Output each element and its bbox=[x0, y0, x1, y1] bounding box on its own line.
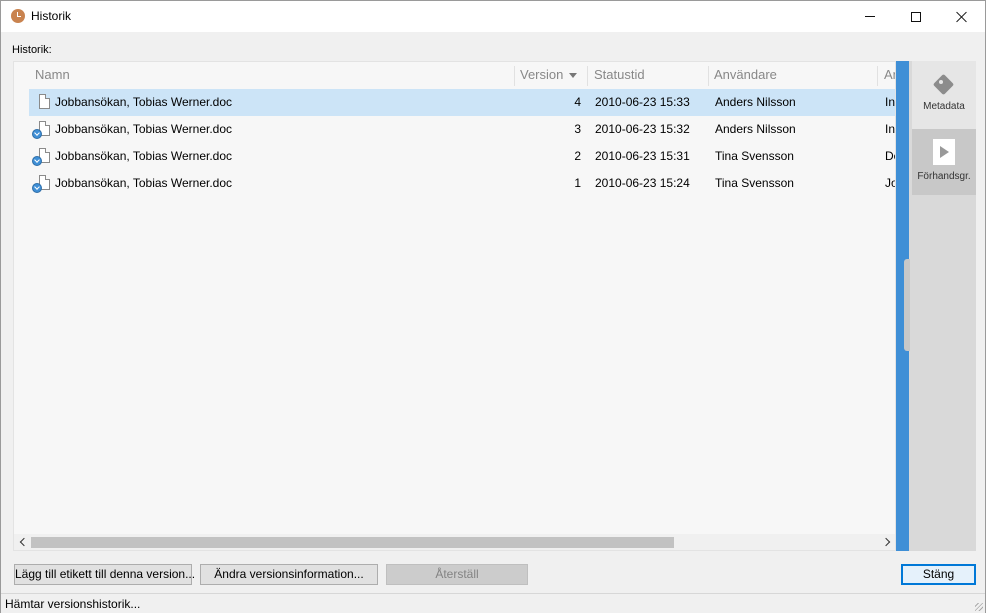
minimize-icon bbox=[865, 16, 875, 17]
column-header-version-label: Version bbox=[520, 67, 564, 82]
column-separator[interactable] bbox=[877, 66, 878, 86]
side-panel-resize-handle[interactable] bbox=[904, 259, 910, 351]
column-separator[interactable] bbox=[587, 66, 588, 86]
cell-statustid: 2010-06-23 15:31 bbox=[595, 149, 690, 163]
close-window-button[interactable] bbox=[939, 1, 985, 32]
scroll-right-button[interactable] bbox=[879, 534, 895, 550]
cell-user: Anders Nilsson bbox=[715, 95, 796, 109]
edit-version-info-button[interactable]: Ändra versionsinformation... bbox=[200, 564, 378, 585]
column-header-name[interactable]: Namn bbox=[35, 62, 510, 88]
cell-version: 2 bbox=[574, 149, 581, 163]
cell-name: Jobbansökan, Tobias Werner.doc bbox=[55, 176, 233, 190]
cell-user: Anders Nilsson bbox=[715, 122, 796, 136]
restore-button[interactable]: Återställ bbox=[386, 564, 528, 585]
chevron-left-icon bbox=[19, 537, 28, 547]
column-header-user[interactable]: Användare bbox=[714, 62, 874, 88]
tag-icon bbox=[932, 73, 955, 96]
sort-descending-icon bbox=[569, 73, 578, 78]
version-badge-icon bbox=[32, 156, 42, 166]
scrollbar-thumb[interactable] bbox=[31, 537, 674, 548]
side-panel: Metadata Förhandsgr. bbox=[909, 61, 976, 551]
table-row[interactable]: Jobbansökan, Tobias Werner.doc 2 2010-06… bbox=[29, 143, 895, 170]
maximize-button[interactable] bbox=[893, 1, 939, 32]
tab-metadata-label: Metadata bbox=[923, 101, 965, 112]
play-icon bbox=[933, 139, 955, 165]
cell-extra: De bbox=[885, 149, 895, 163]
version-badge-icon bbox=[32, 183, 42, 193]
tab-metadata[interactable]: Metadata bbox=[912, 61, 976, 129]
table-row[interactable]: Jobbansökan, Tobias Werner.doc 3 2010-06… bbox=[29, 116, 895, 143]
cell-statustid: 2010-06-23 15:33 bbox=[595, 95, 690, 109]
version-badge-icon bbox=[32, 129, 42, 139]
status-text: Hämtar versionshistorik... bbox=[5, 597, 141, 611]
column-separator[interactable] bbox=[514, 66, 515, 86]
cell-extra: Jo bbox=[885, 176, 895, 190]
cell-user: Tina Svensson bbox=[715, 176, 794, 190]
list-header: Namn Version Statustid Användare An bbox=[14, 62, 895, 88]
close-icon bbox=[956, 11, 968, 23]
column-header-statustid[interactable]: Statustid bbox=[594, 62, 704, 88]
history-window: Historik Historik: Namn Version Statusti… bbox=[0, 0, 986, 613]
column-header-version[interactable]: Version bbox=[520, 62, 590, 88]
version-list[interactable]: Namn Version Statustid Användare An Jobb… bbox=[13, 61, 896, 551]
window-title: Historik bbox=[31, 9, 72, 23]
cell-statustid: 2010-06-23 15:32 bbox=[595, 122, 690, 136]
clock-icon bbox=[11, 9, 25, 23]
minimize-button[interactable] bbox=[847, 1, 893, 32]
column-separator[interactable] bbox=[708, 66, 709, 86]
horizontal-scrollbar[interactable] bbox=[14, 534, 895, 550]
cell-name: Jobbansökan, Tobias Werner.doc bbox=[55, 149, 233, 163]
tab-preview-label: Förhandsgr. bbox=[917, 171, 971, 182]
chevron-right-icon bbox=[881, 537, 890, 547]
resize-grip-icon[interactable] bbox=[975, 603, 983, 611]
add-label-button[interactable]: Lägg till etikett till denna version... bbox=[14, 564, 195, 585]
table-row[interactable]: Jobbansökan, Tobias Werner.doc 1 2010-06… bbox=[29, 170, 895, 197]
cell-version: 1 bbox=[574, 176, 581, 190]
cell-name: Jobbansökan, Tobias Werner.doc bbox=[55, 122, 233, 136]
cell-version: 4 bbox=[574, 95, 581, 109]
status-bar: Hämtar versionshistorik... bbox=[1, 593, 985, 613]
maximize-icon bbox=[911, 11, 921, 22]
cell-extra: Int bbox=[885, 95, 895, 109]
cell-extra: Int bbox=[885, 122, 895, 136]
cell-version: 3 bbox=[574, 122, 581, 136]
title-bar: Historik bbox=[1, 1, 985, 32]
table-row[interactable]: Jobbansökan, Tobias Werner.doc 4 2010-06… bbox=[29, 89, 895, 116]
close-button[interactable]: Stäng bbox=[901, 564, 976, 585]
cell-statustid: 2010-06-23 15:24 bbox=[595, 176, 690, 190]
cell-name: Jobbansökan, Tobias Werner.doc bbox=[55, 95, 233, 109]
column-header-extra[interactable]: An bbox=[884, 62, 895, 88]
history-label: Historik: bbox=[12, 44, 52, 56]
cell-user: Tina Svensson bbox=[715, 149, 794, 163]
tab-preview[interactable]: Förhandsgr. bbox=[912, 129, 976, 195]
scroll-left-button[interactable] bbox=[14, 534, 30, 550]
document-icon bbox=[39, 94, 50, 109]
